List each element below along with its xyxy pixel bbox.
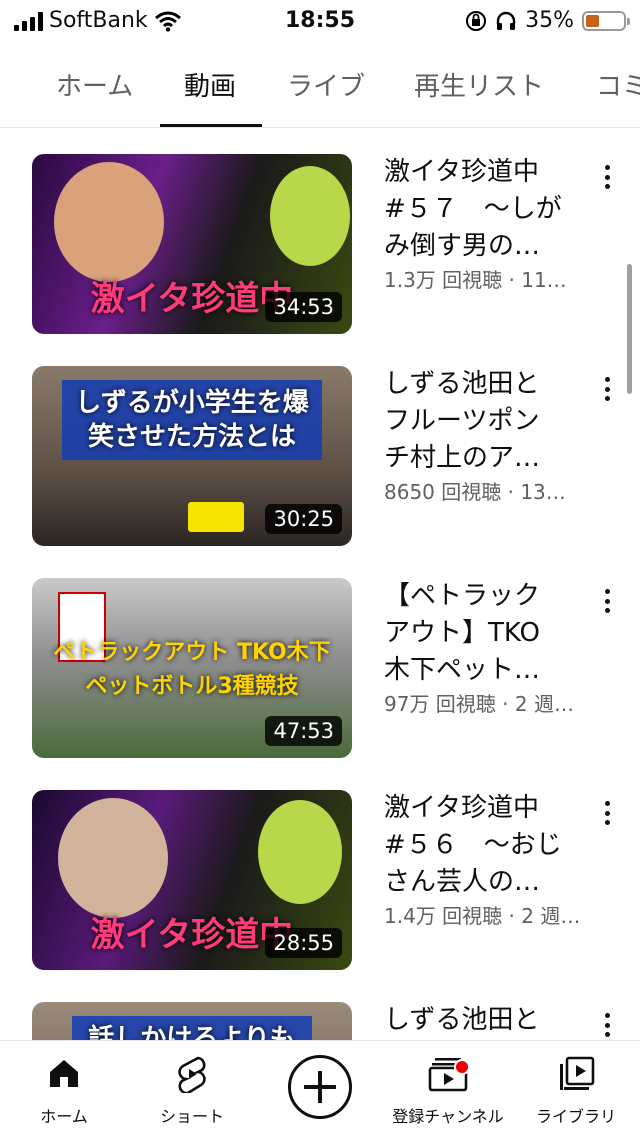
video-title[interactable]: しずる池田と フルーツポン チ村上のア…: [384, 366, 590, 477]
home-icon: [50, 1060, 78, 1087]
rotation-lock-icon: [466, 10, 487, 31]
video-title[interactable]: 激イタ珍道中 #５６ 〜おじ さん芸人の…: [384, 790, 590, 901]
video-title[interactable]: 【ペトラック アウト】TKO 木下ペット…: [384, 578, 590, 689]
more-options-icon[interactable]: [596, 162, 618, 192]
nav-library[interactable]: ライブラリ: [512, 1041, 640, 1137]
video-meta: 8650 回視聴 · 13…: [384, 480, 566, 504]
video-list: 激イタ珍道中 34:53 激イタ珍道中 #５７ 〜しが み倒す男の… 1.3万 …: [0, 128, 640, 1040]
more-options-icon[interactable]: [596, 374, 618, 404]
nav-shorts[interactable]: ショート: [128, 1041, 256, 1137]
video-title[interactable]: 激イタ珍道中 #５７ 〜しが み倒す男の…: [384, 154, 590, 265]
thumbnail-caption: ペトラックアウト TKO木下ペットボトル3種競技: [53, 640, 331, 699]
video-item[interactable]: 激イタ珍道中 28:55 激イタ珍道中 #５６ 〜おじ さん芸人の… 1.4万 …: [0, 764, 640, 976]
more-options-icon[interactable]: [596, 586, 618, 616]
video-item[interactable]: ペトラックアウト TKO木下ペットボトル3種競技 47:53 【ペトラック アウ…: [0, 552, 640, 764]
nav-subscriptions[interactable]: 登録チャンネル: [384, 1041, 512, 1137]
video-thumbnail[interactable]: しずるが小学生を爆笑させた方法とは 30:25: [32, 366, 352, 546]
video-meta: 97万 回視聴 · 2 週…: [384, 692, 574, 716]
video-duration: 47:53: [265, 716, 342, 746]
video-meta: 1.4万 回視聴 · 2 週…: [384, 904, 581, 928]
video-item[interactable]: 話しかけるよりも しずる池田と: [0, 976, 640, 1040]
headphones-icon: [496, 11, 516, 30]
status-bar: SoftBank 18:55 35%: [0, 0, 640, 44]
tab-community[interactable]: コミ: [596, 66, 640, 103]
more-options-icon[interactable]: [596, 798, 618, 828]
tab-playlists[interactable]: 再生リスト: [414, 66, 544, 103]
library-icon: [560, 1056, 595, 1090]
video-meta: 1.3万 回視聴 · 11…: [384, 268, 567, 292]
thumbnail-caption: しずるが小学生を爆笑させた方法とは: [75, 388, 309, 452]
video-duration: 28:55: [265, 928, 342, 958]
nav-shorts-label: ショート: [159, 1107, 224, 1126]
scrollbar[interactable]: [627, 264, 632, 394]
tab-home[interactable]: ホーム: [56, 66, 133, 103]
video-thumbnail[interactable]: 話しかけるよりも: [32, 1002, 352, 1040]
create-icon[interactable]: [288, 1055, 352, 1119]
thumbnail-caption: 話しかけるよりも: [88, 1024, 296, 1040]
status-right: 35%: [465, 8, 630, 33]
video-item[interactable]: しずるが小学生を爆笑させた方法とは 30:25 しずる池田と フルーツポン チ村…: [0, 340, 640, 552]
video-duration: 30:25: [265, 504, 342, 534]
video-duration: 34:53: [265, 292, 342, 322]
video-thumbnail[interactable]: 激イタ珍道中 28:55: [32, 790, 352, 970]
nav-subscriptions-label: 登録チャンネル: [392, 1107, 504, 1126]
nav-library-label: ライブラリ: [535, 1107, 616, 1126]
more-options-icon[interactable]: [596, 1010, 618, 1040]
tab-live[interactable]: ライブ: [287, 66, 365, 103]
video-thumbnail[interactable]: ペトラックアウト TKO木下ペットボトル3種競技 47:53: [32, 578, 352, 758]
notification-dot: [454, 1059, 470, 1075]
bottom-navigation: ホーム ショート 登録チャンネル ライブラリ: [0, 1040, 640, 1136]
video-title[interactable]: しずる池田と: [384, 1002, 590, 1039]
channel-tabs: ホーム 動画 ライブ 再生リスト コミ: [0, 44, 640, 128]
battery-icon: [582, 10, 630, 31]
shorts-icon: [178, 1056, 206, 1093]
nav-home[interactable]: ホーム: [0, 1041, 128, 1137]
video-item[interactable]: 激イタ珍道中 34:53 激イタ珍道中 #５７ 〜しが み倒す男の… 1.3万 …: [0, 128, 640, 340]
battery-percent: 35%: [525, 8, 574, 33]
video-thumbnail[interactable]: 激イタ珍道中 34:53: [32, 154, 352, 334]
tab-videos[interactable]: 動画: [184, 66, 236, 103]
